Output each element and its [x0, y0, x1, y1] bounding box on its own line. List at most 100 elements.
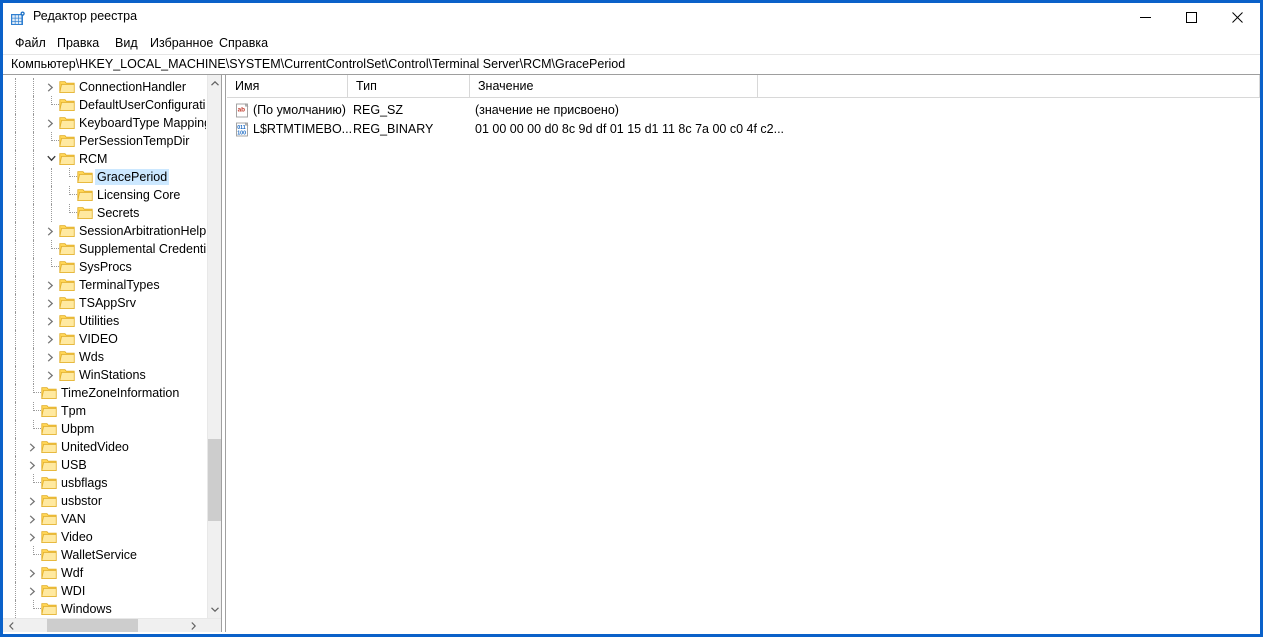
scroll-up-button[interactable] — [208, 75, 221, 92]
tree-horizontal-scrollbar[interactable] — [3, 618, 221, 632]
tree-item[interactable]: Licensing Core — [3, 186, 207, 204]
registry-tree-pane: ConnectionHandler DefaultUserConfiguratio… — [3, 75, 221, 632]
chevron-right-icon[interactable] — [43, 366, 59, 384]
tree-item[interactable]: WinStations — [3, 366, 207, 384]
chevron-right-icon[interactable] — [25, 492, 41, 510]
tree-guide-line — [33, 96, 34, 114]
folder-icon — [59, 260, 75, 274]
minimize-button[interactable] — [1122, 3, 1168, 32]
tree-horizontal-scroll-thumb[interactable] — [47, 619, 138, 632]
column-header-1[interactable]: Тип — [348, 75, 470, 97]
tree-vertical-scroll-thumb[interactable] — [208, 439, 221, 521]
address-bar[interactable]: Компьютер\HKEY_LOCAL_MACHINE\SYSTEM\Curr… — [3, 54, 1260, 75]
pane-splitter[interactable] — [221, 75, 226, 632]
tree-item[interactable]: Secrets — [3, 204, 207, 222]
tree-item[interactable]: Tpm — [3, 402, 207, 420]
chevron-right-icon[interactable] — [43, 330, 59, 348]
tree-guide-line — [33, 330, 34, 348]
menu-item-0[interactable]: Файл — [11, 34, 50, 52]
scroll-left-button[interactable] — [3, 619, 20, 632]
tree-guide-line — [33, 186, 34, 204]
tree-guide-line — [33, 312, 34, 330]
close-button[interactable] — [1214, 3, 1260, 32]
tree-guide-line — [15, 96, 16, 114]
tree-item[interactable]: KeyboardType Mapping — [3, 114, 207, 132]
tree-item[interactable]: VAN — [3, 510, 207, 528]
column-header-3[interactable] — [758, 75, 1260, 97]
maximize-button[interactable] — [1168, 3, 1214, 32]
tree-item[interactable]: VIDEO — [3, 330, 207, 348]
tree-item[interactable]: Supplemental Credential — [3, 240, 207, 258]
value-row[interactable]: 011 100 L$RTMTIMEBO... REG_BINARY 01 00 00 0… — [227, 120, 1260, 139]
tree-item[interactable]: ConnectionHandler — [3, 78, 207, 96]
chevron-right-icon[interactable] — [43, 312, 59, 330]
chevron-right-icon[interactable] — [43, 114, 59, 132]
tree-guide-line — [33, 276, 34, 294]
tree-guide-line — [15, 600, 16, 618]
chevron-right-icon[interactable] — [43, 348, 59, 366]
chevron-right-icon[interactable] — [43, 294, 59, 312]
chevron-down-icon[interactable] — [43, 150, 59, 168]
tree-elbow-line — [33, 546, 41, 555]
chevron-right-icon[interactable] — [25, 582, 41, 600]
tree-guide-line — [33, 294, 34, 312]
tree-item[interactable]: PerSessionTempDir — [3, 132, 207, 150]
menu-bar: Файл Правка Вид Избранное Справка — [3, 32, 1260, 54]
chevron-right-icon[interactable] — [43, 222, 59, 240]
scroll-down-button[interactable] — [208, 601, 221, 618]
chevron-right-icon[interactable] — [43, 78, 59, 96]
folder-icon — [77, 188, 93, 202]
tree-vertical-scrollbar[interactable] — [207, 75, 221, 618]
folder-icon — [41, 494, 57, 508]
column-header-0[interactable]: Имя — [227, 75, 348, 97]
tree-item[interactable]: USB — [3, 456, 207, 474]
tree-guide-line — [15, 222, 16, 240]
tree-item[interactable]: TSAppSrv — [3, 294, 207, 312]
tree-item[interactable]: TerminalTypes — [3, 276, 207, 294]
chevron-right-icon[interactable] — [43, 276, 59, 294]
tree-item[interactable]: TimeZoneInformation — [3, 384, 207, 402]
tree-item[interactable]: Wds — [3, 348, 207, 366]
tree-item[interactable]: Utilities — [3, 312, 207, 330]
tree-guide-line — [15, 402, 16, 420]
chevron-right-icon[interactable] — [25, 528, 41, 546]
tree-item-label: KeyboardType Mapping — [79, 116, 206, 130]
tree-guide-line — [15, 132, 16, 150]
tree-item[interactable]: SysProcs — [3, 258, 207, 276]
chevron-right-icon[interactable] — [25, 564, 41, 582]
folder-icon — [59, 314, 75, 328]
tree-item-label: RCM — [79, 152, 108, 166]
tree-guide-line — [15, 420, 16, 438]
tree-item-label: Wds — [79, 350, 104, 364]
chevron-right-icon[interactable] — [25, 438, 41, 456]
folder-icon — [59, 98, 75, 112]
tree-item[interactable]: Windows — [3, 600, 207, 618]
tree-item-selected[interactable]: GracePeriod — [3, 168, 207, 186]
tree-item[interactable]: Ubpm — [3, 420, 207, 438]
tree-guide-line — [15, 474, 16, 492]
tree-item[interactable]: RCM — [3, 150, 207, 168]
menu-item-1[interactable]: Правка — [53, 34, 103, 52]
tree-guide-line — [15, 546, 16, 564]
tree-item[interactable]: WDI — [3, 582, 207, 600]
menu-item-4[interactable]: Справка — [215, 34, 272, 52]
tree-item[interactable]: usbflags — [3, 474, 207, 492]
value-row[interactable]: ab (По умолчанию) REG_SZ (значение не присв… — [227, 101, 1260, 120]
tree-item[interactable]: DefaultUserConfiguration — [3, 96, 207, 114]
chevron-right-icon[interactable] — [25, 510, 41, 528]
tree-item[interactable]: SessionArbitrationHelper — [3, 222, 207, 240]
tree-item-label: USB — [61, 458, 87, 472]
column-header-2[interactable]: Значение — [470, 75, 758, 97]
tree-item[interactable]: UnitedVideo — [3, 438, 207, 456]
tree-item[interactable]: Video — [3, 528, 207, 546]
registry-editor-window: Редактор реестра Файл Правка Вид Избранное С… — [0, 0, 1263, 637]
chevron-right-icon[interactable] — [25, 456, 41, 474]
tree-item[interactable]: usbstor — [3, 492, 207, 510]
tree-item[interactable]: WalletService — [3, 546, 207, 564]
menu-item-2[interactable]: Вид — [111, 34, 142, 52]
tree-item[interactable]: Wdf — [3, 564, 207, 582]
folder-icon — [41, 548, 57, 562]
tree-guide-line — [15, 348, 16, 366]
menu-item-3[interactable]: Избранное — [146, 34, 217, 52]
scroll-right-button[interactable] — [185, 619, 202, 632]
